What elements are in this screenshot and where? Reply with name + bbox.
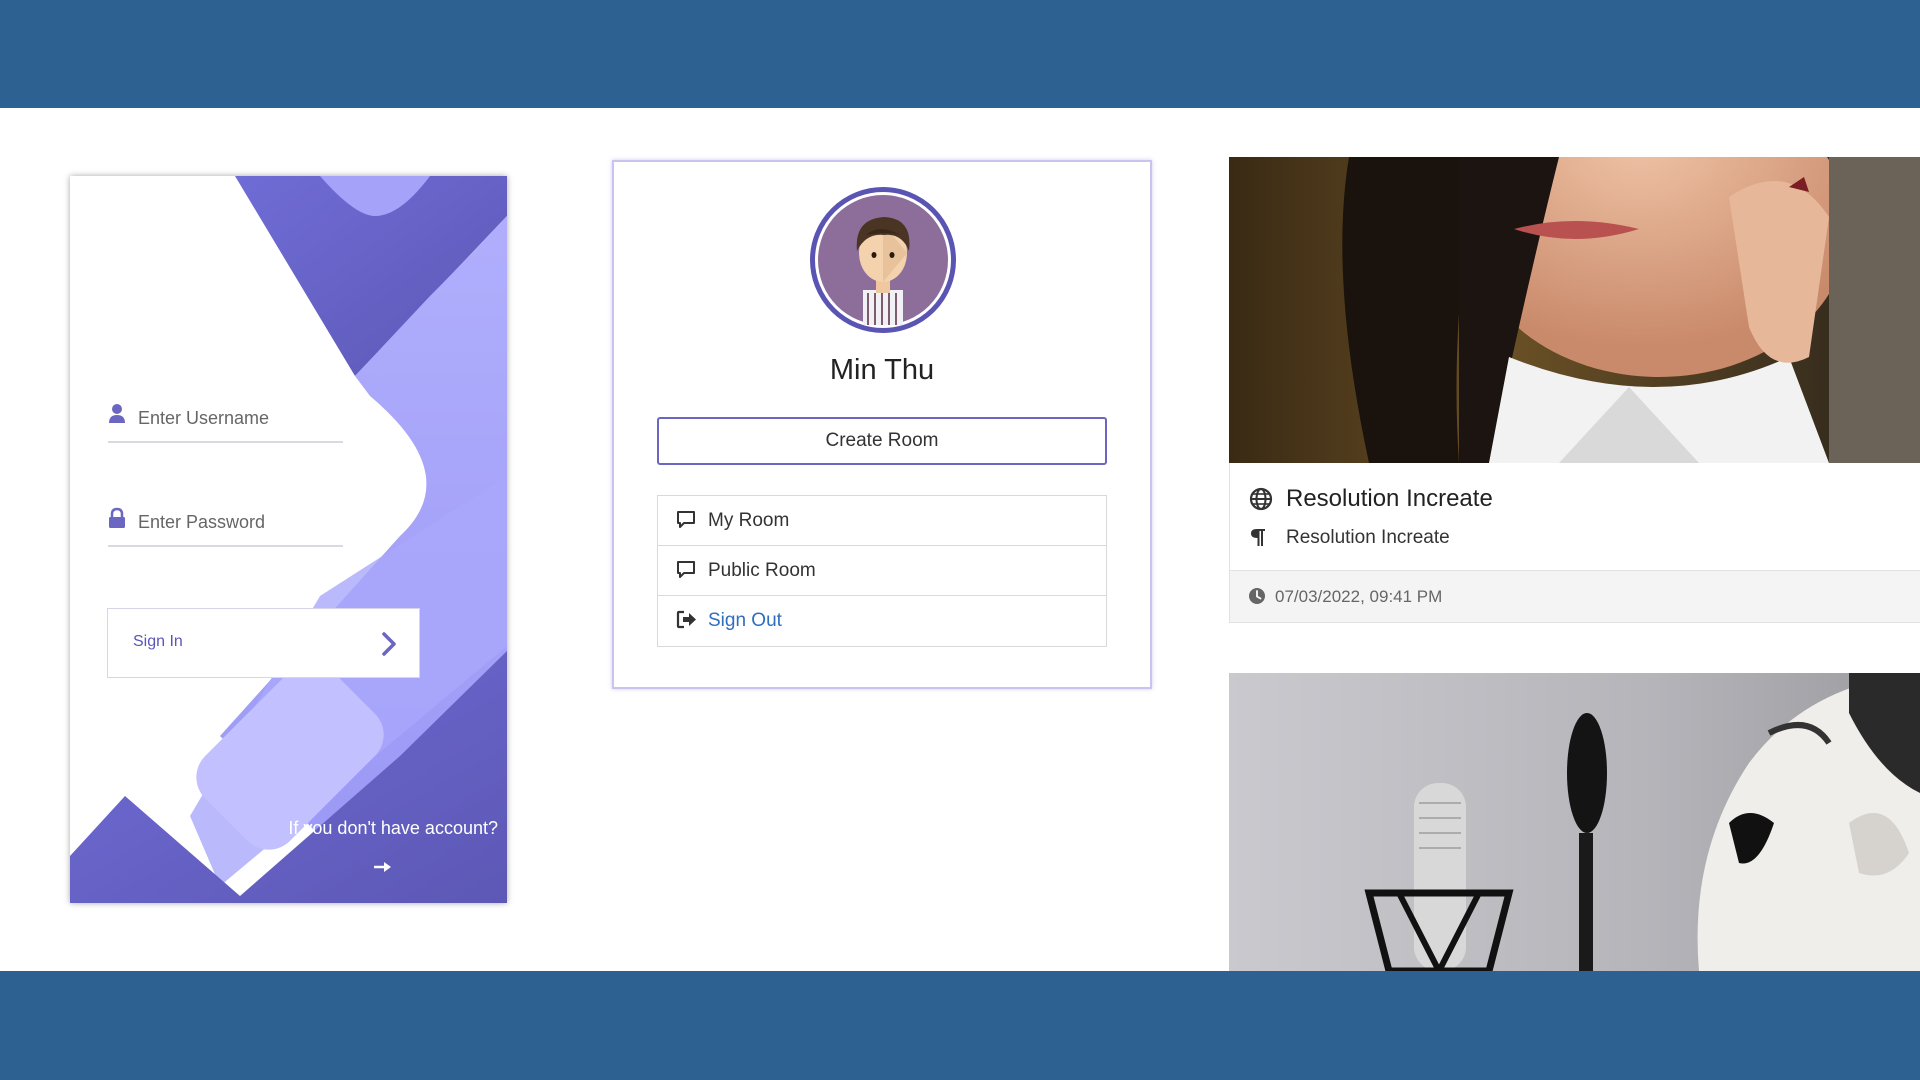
post-image[interactable] [1229, 157, 1920, 463]
sign-in-button[interactable]: Sign In [107, 608, 420, 678]
create-room-button[interactable]: Create Room [657, 417, 1107, 465]
clock-icon [1249, 588, 1265, 604]
paragraph-icon [1251, 529, 1265, 546]
arrow-right-icon[interactable] [373, 860, 393, 874]
top-banner [0, 0, 1920, 108]
menu-item-label: My Room [708, 510, 790, 531]
post-footer: 07/03/2022, 09:41 PM [1229, 571, 1920, 623]
username-input[interactable] [136, 403, 340, 433]
no-account-text: If you don't have account? [288, 818, 498, 838]
password-input[interactable] [136, 507, 340, 537]
comment-icon [677, 511, 695, 528]
post-photo-microphone [1229, 673, 1920, 971]
lock-icon [109, 507, 125, 528]
menu-item-public-room[interactable]: Public Room [658, 546, 1106, 596]
sign-in-label: Sign In [133, 633, 183, 650]
avatar-image [818, 195, 948, 325]
menu-list: My Room Public Room Sign Out [657, 495, 1107, 647]
profile-name: Min Thu [829, 354, 935, 386]
username-field[interactable] [108, 397, 343, 443]
post-photo-woman [1229, 157, 1920, 463]
user-icon [109, 404, 125, 423]
menu-item-sign-out[interactable]: Sign Out [658, 596, 1106, 646]
post-timestamp: 07/03/2022, 09:41 PM [1275, 587, 1443, 606]
menu-item-label: Public Room [708, 560, 816, 581]
sign-out-icon [676, 610, 696, 629]
menu-item-label: Sign Out [708, 610, 782, 631]
globe-icon [1249, 487, 1273, 511]
bottom-banner [0, 971, 1920, 1080]
chevron-right-icon [382, 632, 396, 656]
comment-icon [677, 561, 695, 578]
post-body: Resolution Increate Resolution Increate [1229, 463, 1920, 571]
menu-item-my-room[interactable]: My Room [658, 496, 1106, 546]
post-image[interactable] [1229, 673, 1920, 971]
password-field[interactable] [108, 501, 343, 547]
login-card: Sign In If you don't have account? [70, 176, 507, 903]
post-description: Resolution Increate [1286, 527, 1450, 548]
post-title: Resolution Increate [1286, 485, 1493, 512]
profile-card: Min Thu Create Room My Room Public Room … [612, 160, 1152, 689]
avatar [810, 187, 956, 333]
